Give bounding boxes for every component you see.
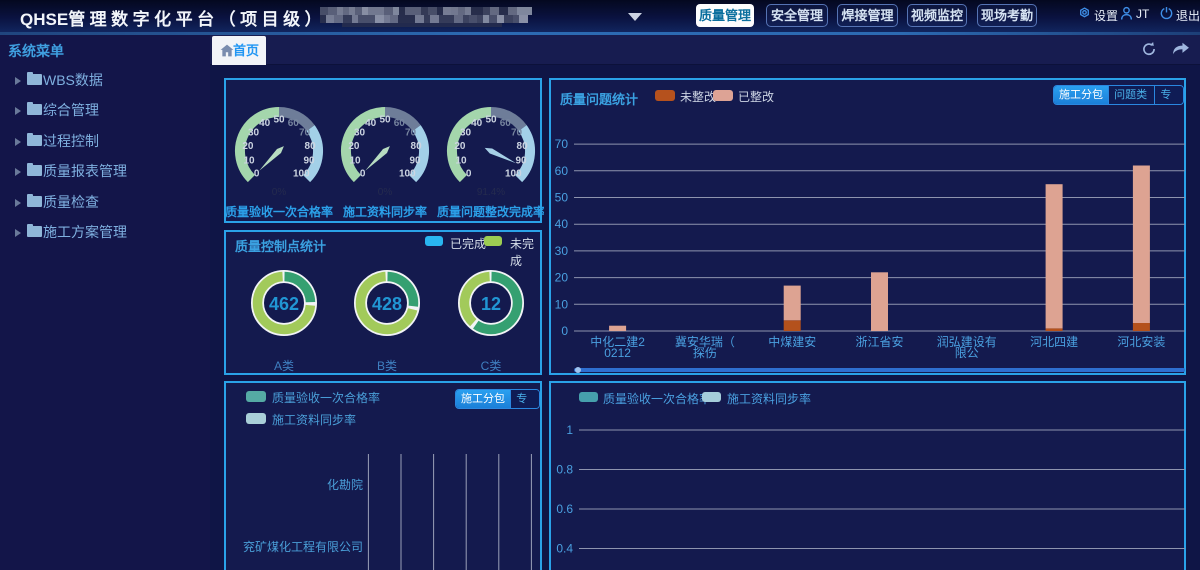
svg-text:12: 12 [481, 294, 501, 314]
svg-text:70: 70 [511, 128, 523, 139]
svg-text:0%: 0% [378, 187, 393, 198]
svg-text:10: 10 [243, 156, 255, 167]
svg-text:0: 0 [561, 324, 568, 338]
svg-text:浙江省安: 浙江省安 [855, 334, 903, 349]
svg-text:20: 20 [242, 141, 254, 152]
svg-text:70: 70 [405, 128, 417, 139]
svg-text:90: 90 [409, 156, 421, 167]
svg-text:80: 80 [411, 141, 423, 152]
svg-text:60: 60 [394, 118, 406, 129]
svg-text:60: 60 [500, 118, 512, 129]
svg-text:80: 80 [517, 141, 529, 152]
svg-text:10: 10 [555, 297, 569, 311]
svg-text:50: 50 [555, 191, 569, 205]
svg-text:462: 462 [269, 294, 299, 314]
svg-text:60: 60 [555, 164, 569, 178]
svg-text:30: 30 [248, 128, 260, 139]
svg-text:0.6: 0.6 [556, 502, 573, 516]
svg-text:50: 50 [379, 115, 391, 126]
svg-text:70: 70 [555, 137, 569, 151]
svg-text:质量问题整改完成率: 质量问题整改完成率 [437, 204, 544, 219]
svg-text:0%: 0% [272, 187, 287, 198]
svg-text:限公: 限公 [955, 346, 979, 360]
svg-text:30: 30 [460, 128, 472, 139]
svg-text:20: 20 [454, 141, 466, 152]
svg-text:40: 40 [471, 118, 483, 129]
svg-text:100: 100 [293, 168, 310, 179]
svg-text:0212: 0212 [604, 346, 631, 360]
svg-text:C类: C类 [481, 359, 502, 373]
svg-text:90: 90 [515, 156, 527, 167]
svg-text:0: 0 [360, 168, 366, 179]
svg-text:0: 0 [254, 168, 260, 179]
svg-text:河北四建: 河北四建 [1030, 335, 1078, 349]
svg-text:河北安装: 河北安装 [1117, 334, 1165, 349]
svg-text:60: 60 [288, 118, 300, 129]
svg-text:428: 428 [372, 294, 402, 314]
svg-text:中煤建安: 中煤建安 [768, 334, 816, 349]
svg-text:40: 40 [555, 217, 569, 231]
svg-text:91.4%: 91.4% [477, 187, 505, 198]
svg-text:100: 100 [505, 168, 522, 179]
svg-text:1: 1 [566, 423, 573, 437]
svg-text:30: 30 [354, 128, 366, 139]
svg-text:50: 50 [485, 115, 497, 126]
svg-text:40: 40 [365, 118, 377, 129]
svg-text:70: 70 [299, 128, 311, 139]
svg-text:100: 100 [399, 168, 416, 179]
svg-text:10: 10 [349, 156, 361, 167]
svg-text:质量验收一次合格率: 质量验收一次合格率 [226, 204, 333, 219]
svg-text:40: 40 [259, 118, 271, 129]
svg-text:20: 20 [555, 271, 569, 285]
svg-text:探伤: 探伤 [693, 346, 717, 360]
svg-text:30: 30 [555, 244, 569, 258]
svg-text:0: 0 [466, 168, 472, 179]
svg-text:A类: A类 [274, 359, 294, 373]
svg-text:B类: B类 [377, 359, 397, 373]
svg-text:施工资料同步率: 施工资料同步率 [343, 204, 427, 219]
svg-text:10: 10 [455, 156, 467, 167]
svg-text:20: 20 [348, 141, 360, 152]
svg-text:0.8: 0.8 [556, 463, 573, 477]
svg-text:0.4: 0.4 [556, 542, 573, 556]
svg-text:化勘院: 化勘院 [327, 478, 363, 492]
svg-text:90: 90 [303, 156, 315, 167]
svg-text:80: 80 [305, 141, 317, 152]
svg-text:50: 50 [273, 115, 285, 126]
svg-text:兖矿煤化工程有限公司: 兖矿煤化工程有限公司 [243, 539, 363, 554]
